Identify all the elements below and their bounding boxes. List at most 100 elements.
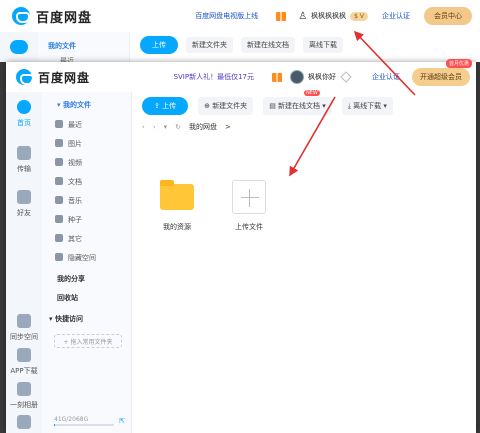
nav-my-share[interactable]: 我的分享	[57, 274, 85, 284]
avatar[interactable]	[290, 70, 304, 84]
torrent-icon	[55, 215, 63, 223]
rail-friends[interactable]: 好友	[6, 190, 42, 218]
rail-one-click-album-label: 一刻相册	[10, 401, 38, 409]
tv-version-link[interactable]: 百度网盘电视版上线	[195, 11, 258, 21]
nav-item-images[interactable]: 图片	[42, 139, 132, 149]
lock-icon	[55, 253, 63, 261]
sidebar-nav: ▾ 我的文件 最近 图片 视频 文档 音乐 种子 其它 隐藏空间 我的分享 回收…	[42, 92, 132, 433]
nav-item-label: 隐藏空间	[68, 254, 96, 262]
album-icon	[17, 382, 31, 396]
offline-download-button[interactable]: 离线下载	[303, 37, 343, 53]
main-content: ⇪ 上传 ⊕ 新建文件夹 ▤ 新建在线文档 ▾ NEW ⤓ 离线下载 ▾ ‹ › …	[132, 90, 476, 433]
rail-sync-space-label: 同步空间	[10, 333, 38, 341]
breadcrumb: ‹ › ▾ ↻ 我的网盘 >	[142, 122, 231, 132]
expand-icon[interactable]: ⇱	[119, 417, 125, 425]
rail-transfer-label: 传输	[17, 165, 31, 173]
nav-item-videos[interactable]: 视频	[42, 158, 132, 168]
nav-item-torrents[interactable]: 种子	[42, 215, 132, 225]
nav-item-other[interactable]: 其它	[42, 234, 132, 244]
refresh-icon[interactable]: ↻	[175, 123, 181, 131]
rail-app-download-label: APP下载	[10, 367, 38, 375]
vip-diamond-icon[interactable]	[340, 71, 352, 83]
new-online-doc-button[interactable]: ▤ 新建在线文档 ▾ NEW	[263, 90, 332, 115]
member-center-button[interactable]: 会员中心	[424, 7, 472, 25]
storage-usage-text: 41G/2068G	[54, 416, 89, 423]
rail-transfer[interactable]: 传输	[6, 146, 42, 174]
video-icon	[55, 158, 63, 166]
upload-file-label[interactable]: 上传文件	[224, 222, 274, 232]
rail-home-label: 首页	[17, 119, 31, 127]
nav-quick-access[interactable]: ▾ 快捷访问	[49, 314, 83, 324]
nav-item-docs[interactable]: 文档	[42, 177, 132, 187]
username[interactable]: 枫枫你好	[308, 72, 336, 82]
storage-usage-bar	[54, 424, 114, 426]
user-icon[interactable]: ♙	[298, 11, 307, 22]
breadcrumb-separator: >	[225, 123, 231, 131]
add-quick-folder-dropzone[interactable]: + 拖入常用文件夹	[54, 334, 122, 348]
clock-icon	[55, 120, 63, 128]
first-month-discount-tag: 首月优惠	[445, 59, 472, 68]
nav-item-label: 种子	[68, 216, 82, 224]
upload-label: 上传	[162, 102, 177, 110]
background-header: 百度网盘 百度网盘电视版上线 ♙ 枫枫枫枫枫 $ V 企业认证 会员中心	[0, 0, 480, 32]
new-online-doc-label: 新建在线文档	[278, 102, 321, 110]
nav-my-files[interactable]: ▾ 我的文件	[57, 100, 91, 110]
nav-item-label: 其它	[68, 235, 82, 243]
upload-button[interactable]: 上传	[140, 36, 178, 54]
new-online-doc-button[interactable]: 新建在线文档	[241, 37, 295, 53]
username[interactable]: 枫枫枫枫枫	[311, 11, 346, 21]
logo-text: 百度网盘	[38, 70, 91, 85]
offline-download-button[interactable]: ⤓ 离线下载 ▾	[341, 97, 393, 115]
document-icon	[55, 177, 63, 185]
back-arrow-icon[interactable]: ‹	[142, 123, 145, 131]
rail-one-click-album[interactable]: 一刻相册	[6, 382, 42, 410]
svip-promo-link[interactable]: SVIP新人礼！最低仅17元	[174, 72, 254, 82]
nav-quick-access-label: 快捷访问	[54, 315, 83, 323]
rail-home[interactable]: 首页	[6, 100, 42, 128]
transfer-icon	[17, 146, 31, 160]
new-folder-label: 新建文件夹	[212, 102, 248, 110]
gift-icon[interactable]	[272, 72, 282, 82]
breadcrumb-current[interactable]: 我的网盘	[189, 122, 217, 132]
background-toolbar-row: 我的文件 最近 上传 新建文件夹 新建在线文档 离线下载	[0, 32, 480, 62]
nav-item-label: 视频	[68, 159, 82, 167]
baidu-netdisk-logo-icon	[12, 7, 30, 25]
folder-name[interactable]: 我的资源	[150, 222, 204, 232]
more-dots-icon	[55, 234, 63, 242]
new-folder-button[interactable]: ⊕ 新建文件夹	[198, 97, 254, 115]
nav-item-recent[interactable]: 最近	[42, 120, 132, 130]
logo-text: 百度网盘	[36, 10, 93, 26]
baidu-netdisk-logo-icon	[16, 69, 34, 85]
nav-item-label: 音乐	[68, 197, 82, 205]
storage-usage-fill	[54, 424, 56, 426]
cloud-icon	[10, 40, 28, 54]
enterprise-auth-link[interactable]: 企业认证	[372, 72, 400, 82]
toolbar: ⇪ 上传 ⊕ 新建文件夹 ▤ 新建在线文档 ▾ NEW ⤓ 离线下载 ▾	[142, 90, 393, 115]
rail-app-download[interactable]: APP下载	[6, 348, 42, 376]
upload-button[interactable]: ⇪ 上传	[142, 97, 189, 115]
nav-item-hidden-space[interactable]: 隐藏空间	[42, 253, 132, 263]
nav-recycle-bin[interactable]: 回收站	[57, 293, 78, 303]
new-folder-button[interactable]: 新建文件夹	[186, 37, 233, 53]
nav-my-files-label: 我的文件	[62, 101, 91, 109]
home-cloud-icon	[17, 100, 31, 114]
image-icon	[55, 139, 63, 147]
open-super-vip-button[interactable]: 开通超级会员 首月优惠	[412, 59, 472, 86]
nav-my-files[interactable]: 我的文件	[48, 41, 76, 51]
offline-download-label: 离线下载	[353, 102, 382, 110]
upload-file-tile[interactable]	[232, 180, 266, 214]
forward-arrow-icon[interactable]: ›	[153, 123, 156, 131]
rail-friends-label: 好友	[17, 209, 31, 217]
nav-item-music[interactable]: 音乐	[42, 196, 132, 206]
nav-item-label: 文档	[68, 178, 82, 186]
rail-tools[interactable]: 工具	[6, 415, 42, 433]
left-rail: 首页 传输 好友 同步空间 APP下载 一刻相册 工具	[6, 92, 42, 433]
music-icon	[55, 196, 63, 204]
rail-sync-space[interactable]: 同步空间	[6, 314, 42, 342]
history-dropdown-icon[interactable]: ▾	[164, 123, 168, 131]
folder-icon[interactable]	[160, 180, 194, 210]
netdisk-window: 百度网盘 SVIP新人礼！最低仅17元 枫枫你好 企业认证 开通超级会员 首月优…	[6, 59, 476, 433]
nav-item-label: 图片	[68, 140, 82, 148]
gift-icon[interactable]	[276, 11, 287, 21]
enterprise-auth-link[interactable]: 企业认证	[382, 11, 410, 21]
